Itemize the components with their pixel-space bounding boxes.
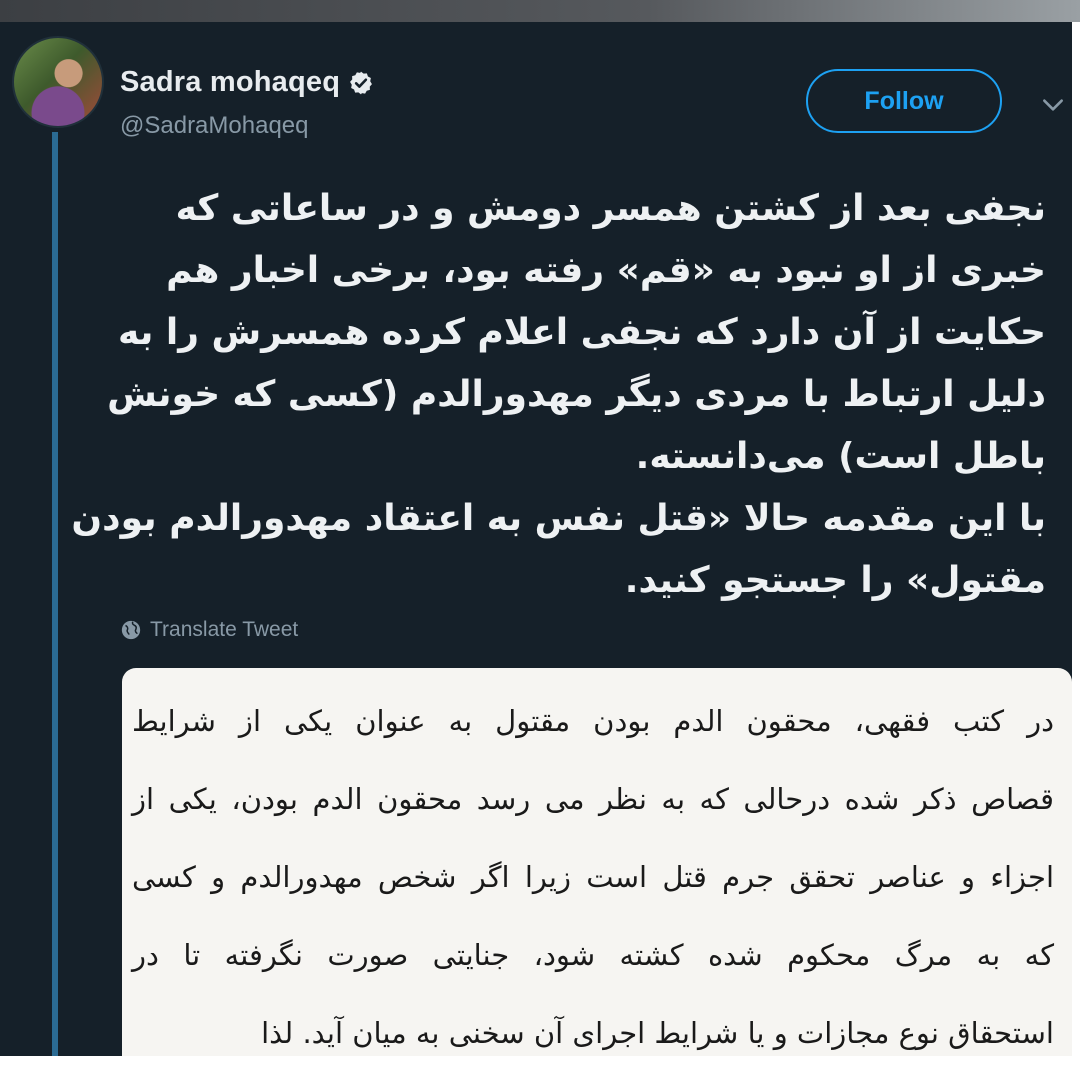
tweet-text-line: نجفی بعد از کشتن همسر دومش و در ساعاتی ک… (175, 188, 1046, 229)
follow-button[interactable]: Follow (806, 69, 1002, 133)
tweet-card: Sadra mohaqeq @SadraMohaqeq Follow نجفی … (0, 22, 1072, 1056)
attached-image-text: در کتب فقهی، محقون الدم بودن مقتول به عن… (132, 682, 1054, 1056)
author-handle[interactable]: @SadraMohaqeq (120, 112, 308, 140)
attached-text-image[interactable]: در کتب فقهی، محقون الدم بودن مقتول به عن… (122, 668, 1072, 1056)
image-text-line: در کتب فقهی، محقون الدم بودن مقتول به عن… (132, 704, 1054, 738)
tweet-text: نجفی بعد از کشتن همسر دومش و در ساعاتی ک… (71, 178, 1046, 612)
tweet-text-line: مقتول» را جستجو کنید. (624, 560, 1046, 601)
tweet-text-line: حکایت از آن دارد که نجفی اعلام کرده همسر… (118, 312, 1046, 353)
screenshot-frame: Sadra mohaqeq @SadraMohaqeq Follow نجفی … (0, 0, 1080, 1080)
translate-tweet-label[interactable]: Translate Tweet (150, 618, 298, 642)
thread-line (52, 132, 58, 1056)
author-display-name[interactable]: Sadra mohaqeq (120, 66, 340, 99)
translate-tweet-link[interactable]: Translate Tweet (120, 618, 298, 642)
globe-icon (121, 620, 141, 640)
image-text-line: اجزاء و عناصر تحقق جرم قتل است زیرا اگر … (132, 860, 1054, 894)
top-border (0, 0, 1080, 22)
author-name-row: Sadra mohaqeq (120, 66, 374, 99)
image-text-line: استحقاق نوع مجازات و یا شرایط اجرای آن س… (261, 1016, 1054, 1050)
image-text-line: که به مرگ محکوم شده کشته شود، جنایتی صور… (132, 938, 1054, 972)
tweet-text-line: باطل است) می‌دانسته. (635, 436, 1046, 477)
tweet-text-line: دلیل ارتباط با مردی دیگر مهدورالدم (کسی … (107, 374, 1046, 415)
image-text-line: قصاص ذکر شده درحالی که به نظر می رسد محق… (132, 782, 1054, 816)
chevron-down-icon[interactable] (1040, 92, 1066, 118)
tweet-text-line: با این مقدمه حالا «قتل نفس به اعتقاد مهد… (71, 498, 1046, 539)
avatar[interactable] (12, 36, 104, 128)
tweet-text-line: خبری از او نبود به «قم» رفته بود، برخی ا… (166, 250, 1046, 291)
verified-badge-icon (350, 71, 373, 94)
